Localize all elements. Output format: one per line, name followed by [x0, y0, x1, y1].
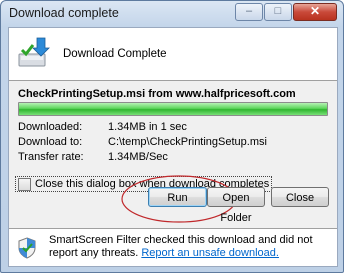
- header-divider: [9, 80, 337, 81]
- shield-icon: [18, 237, 36, 259]
- close-when-complete-checkbox[interactable]: [18, 177, 31, 191]
- download-complete-dialog: Download complete – □ ✕ Download Complet…: [0, 0, 344, 273]
- progress-fill: [19, 103, 327, 115]
- download-to-value: C:\temp\CheckPrintingSetup.msi: [108, 136, 267, 148]
- dialog-body: Download Complete CheckPrintingSetup.msi…: [8, 27, 338, 267]
- download-complete-icon: [18, 37, 50, 67]
- header-title: Download Complete: [63, 48, 167, 60]
- file-source-label: CheckPrintingSetup.msi from www.halfpric…: [18, 88, 296, 100]
- run-button[interactable]: Run: [148, 187, 207, 207]
- close-button[interactable]: Close: [271, 187, 329, 207]
- downloaded-row: Downloaded: 1.34MB in 1 sec: [18, 121, 187, 133]
- transfer-rate-row: Transfer rate: 1.34MB/Sec: [18, 151, 168, 163]
- minimize-icon: –: [245, 5, 253, 17]
- minimize-button[interactable]: –: [235, 3, 263, 21]
- open-folder-button[interactable]: Open Folder: [207, 187, 265, 224]
- close-window-button[interactable]: ✕: [293, 3, 337, 21]
- report-unsafe-download-link[interactable]: Report an unsafe download.: [141, 247, 279, 259]
- window-title: Download complete: [9, 6, 119, 20]
- dialog-header: Download Complete: [9, 28, 337, 80]
- smartscreen-message: SmartScreen Filter checked this download…: [49, 234, 331, 260]
- download-to-row: Download to: C:\temp\CheckPrintingSetup.…: [18, 136, 267, 148]
- title-bar[interactable]: Download complete – □ ✕: [1, 1, 343, 27]
- smartscreen-footer: SmartScreen Filter checked this download…: [9, 229, 337, 266]
- window-controls: – □ ✕: [234, 3, 337, 21]
- maximize-button[interactable]: □: [264, 3, 292, 21]
- downloaded-label: Downloaded:: [18, 121, 83, 133]
- transfer-rate-value: 1.34MB/Sec: [108, 151, 168, 163]
- transfer-rate-label: Transfer rate:: [18, 151, 84, 163]
- downloaded-value: 1.34MB in 1 sec: [108, 121, 187, 133]
- maximize-icon: □: [274, 5, 282, 17]
- download-progress-bar: [18, 102, 328, 116]
- download-to-label: Download to:: [18, 136, 83, 148]
- close-icon: ✕: [309, 4, 321, 18]
